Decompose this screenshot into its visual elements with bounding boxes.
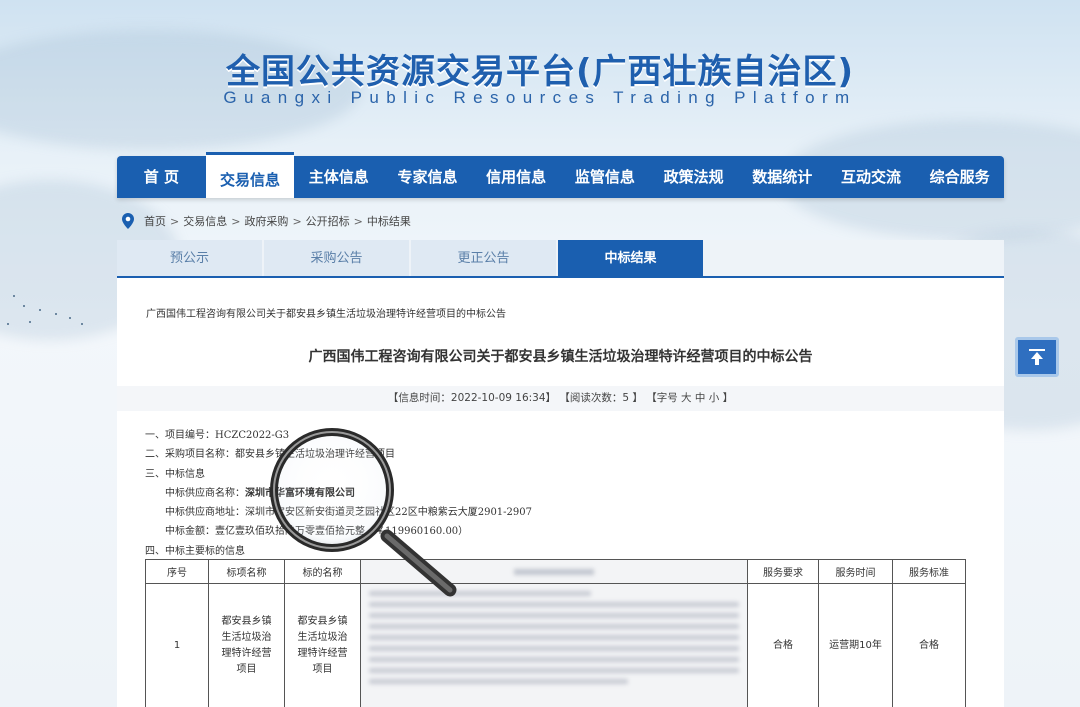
cell-requirement: 合格 <box>747 583 819 707</box>
col-scope-redacted <box>360 559 748 584</box>
award-items-table: 序号 标项名称 标的名称 服务要求 服务时间 服务标准 1 都安县乡镇生活垃圾治… <box>145 559 966 707</box>
birds-decoration <box>0 288 100 340</box>
site-title: 全国公共资源交易平台(广西壮族自治区) <box>225 52 855 92</box>
site-subtitle: Guangxi Public Resources Trading Platfor… <box>223 88 857 107</box>
document-panel: 广西国伟工程咨询有限公司关于都安县乡镇生活垃圾治理特许经营项目的中标公告 广西国… <box>117 278 1004 707</box>
project-name-line: 二、采购项目名称：都安县乡镇生活垃圾治理许经营项目 <box>145 449 395 461</box>
cell-scope-redacted <box>360 583 748 707</box>
cell-item-name: 都安县乡镇生活垃圾治理特许经营项目 <box>208 583 285 707</box>
breadcrumb: 首页 > 交易信息 > 政府采购 > 公开招标 > 中标结果 <box>122 213 411 229</box>
document-body: 一、项目编号：HCZC2022-G3 二、采购项目名称：都安县乡镇生活垃圾治理许… <box>145 426 532 561</box>
nav-item-expert-info[interactable]: 专家信息 <box>383 156 472 198</box>
breadcrumb-home[interactable]: 首页 <box>144 213 166 229</box>
nav-item-policy[interactable]: 政策法规 <box>649 156 738 198</box>
main-nav: 首 页 交易信息 主体信息 专家信息 信用信息 监管信息 政策法规 数据统计 互… <box>117 152 1004 198</box>
table-header-row: 序号 标项名称 标的名称 服务要求 服务时间 服务标准 <box>145 559 966 584</box>
breadcrumb-trading[interactable]: 交易信息 <box>183 213 227 229</box>
location-pin-icon <box>122 213 134 229</box>
breadcrumb-result[interactable]: 中标结果 <box>367 213 411 229</box>
supplier-name-line: 中标供应商名称：深圳市华富环境有限公司 <box>165 487 355 499</box>
nav-item-credit-info[interactable]: 信用信息 <box>472 156 561 198</box>
nav-item-interaction[interactable]: 互动交流 <box>827 156 916 198</box>
nav-item-statistics[interactable]: 数据统计 <box>738 156 827 198</box>
cell-period: 运营期10年 <box>818 583 893 707</box>
col-period: 服务时间 <box>818 559 893 584</box>
nav-item-entity-info[interactable]: 主体信息 <box>294 156 383 198</box>
nav-item-services[interactable]: 综合服务 <box>915 156 1004 198</box>
supplier-address-line: 中标供应商地址：深圳市宝安区新安街道灵芝园社区22区中粮紫云大厦2901-290… <box>165 507 533 519</box>
document-title: 广西国伟工程咨询有限公司关于都安县乡镇生活垃圾治理特许经营项目的中标公告 <box>308 349 813 365</box>
cell-standard: 合格 <box>892 583 966 707</box>
col-requirement: 服务要求 <box>747 559 819 584</box>
col-target-name: 标的名称 <box>284 559 361 584</box>
document-list-title[interactable]: 广西国伟工程咨询有限公司关于都安县乡镇生活垃圾治理特许经营项目的中标公告 <box>146 305 506 320</box>
document-meta: 【信息时间：2022-10-09 16:34】 【阅读次数：5 】 【字号 大 … <box>117 386 1004 411</box>
nav-item-trading-info[interactable]: 交易信息 <box>205 152 295 198</box>
award-info-heading: 三、中标信息 <box>145 468 205 480</box>
back-to-top-button[interactable] <box>1015 337 1059 377</box>
announcement-tabs: 预公示 采购公告 更正公告 中标结果 <box>117 240 1004 278</box>
tab-correction-notice[interactable]: 更正公告 <box>411 240 556 276</box>
project-number-line: 一、项目编号：HCZC2022-G3 <box>145 430 290 441</box>
tab-award-result[interactable]: 中标结果 <box>558 240 703 276</box>
tab-pre-publicity[interactable]: 预公示 <box>117 240 262 276</box>
table-row: 1 都安县乡镇生活垃圾治理特许经营项目 都安县乡镇生活垃圾治理特许经营项目 合格… <box>145 583 966 707</box>
nav-item-supervision-info[interactable]: 监管信息 <box>561 156 650 198</box>
breadcrumb-gov-procurement[interactable]: 政府采购 <box>244 213 288 229</box>
col-index: 序号 <box>145 559 209 584</box>
col-item-name: 标项名称 <box>208 559 285 584</box>
cell-target-name: 都安县乡镇生活垃圾治理特许经营项目 <box>284 583 361 707</box>
cell-index: 1 <box>145 583 209 707</box>
award-amount-line: 中标金额：壹亿壹玖佰玖拾陆万零壹佰拾元整（￥119960160.00） <box>165 526 469 538</box>
col-standard: 服务标准 <box>892 559 966 584</box>
nav-item-home[interactable]: 首 页 <box>117 156 206 198</box>
breadcrumb-open-tender[interactable]: 公开招标 <box>306 213 350 229</box>
arrow-up-icon <box>1029 349 1045 365</box>
tab-procurement-notice[interactable]: 采购公告 <box>264 240 409 276</box>
